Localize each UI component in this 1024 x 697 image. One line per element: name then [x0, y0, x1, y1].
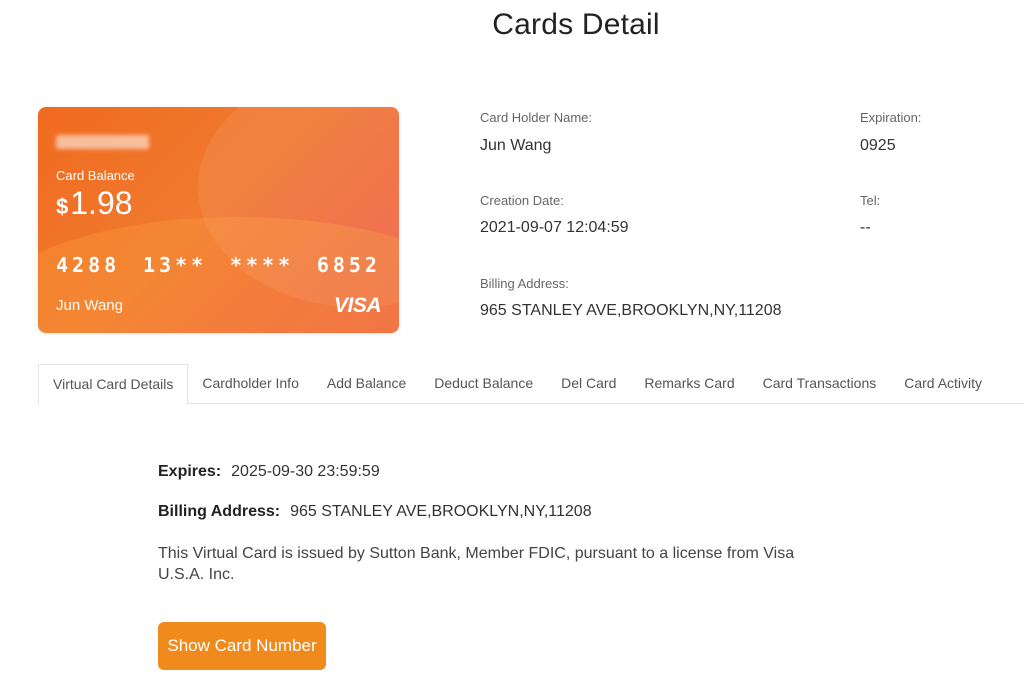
blurred-card-label — [56, 135, 149, 149]
billing-address-value: 965 STANLEY AVE,BROOKLYN,NY,11208 — [480, 302, 782, 319]
card-balance-label: Card Balance — [56, 168, 135, 183]
visa-logo: VISA — [333, 294, 382, 317]
card-number-group: 4288 — [56, 253, 121, 277]
tel-label: Tel: — [860, 193, 881, 208]
expires-label: Expires: — [158, 463, 222, 480]
tab-cardholder-info[interactable]: Cardholder Info — [188, 364, 313, 404]
tab-card-activity[interactable]: Card Activity — [890, 364, 996, 404]
tab-virtual-card-details[interactable]: Virtual Card Details — [38, 364, 189, 405]
expires-row: Expires: 2025-09-30 23:59:59 — [158, 463, 380, 481]
tab-deduct-balance[interactable]: Deduct Balance — [420, 364, 547, 404]
tab-bar: Virtual Card Details Cardholder Info Add… — [38, 364, 1024, 405]
card-balance-amount: 1.98 — [70, 185, 133, 221]
card-number-group: 6852 — [316, 253, 381, 277]
creation-date-label: Creation Date: — [480, 193, 564, 208]
billing-address-label: Billing Address: — [480, 276, 569, 291]
card-number: 4288 13** **** 6852 — [56, 253, 381, 277]
tab-card-transactions[interactable]: Card Transactions — [749, 364, 891, 404]
card-holder-name: Jun Wang — [56, 297, 123, 314]
creation-date-value: 2021-09-07 12:04:59 — [480, 219, 629, 236]
card-balance-value: $1.98 — [56, 185, 133, 222]
holder-name-label: Card Holder Name: — [480, 110, 592, 125]
tab-add-balance[interactable]: Add Balance — [313, 364, 420, 404]
tel-value: -- — [860, 219, 871, 236]
currency-symbol: $ — [56, 194, 69, 219]
issuer-disclaimer: This Virtual Card is issued by Sutton Ba… — [158, 545, 795, 583]
billing-address-detail-value: 965 STANLEY AVE,BROOKLYN,NY,11208 — [290, 503, 592, 520]
expiration-label: Expiration: — [860, 110, 922, 125]
virtual-card: Card Balance $1.98 4288 13** **** 6852 J… — [38, 107, 399, 333]
tab-remarks-card[interactable]: Remarks Card — [630, 364, 748, 404]
card-number-group: 13** — [142, 253, 208, 277]
card-number-group: **** — [229, 253, 295, 277]
expiration-value: 0925 — [860, 137, 896, 154]
billing-address-detail-label: Billing Address: — [158, 503, 281, 520]
show-card-number-button[interactable]: Show Card Number — [158, 622, 326, 670]
expires-value: 2025-09-30 23:59:59 — [231, 463, 380, 480]
holder-name-value: Jun Wang — [480, 137, 552, 154]
billing-address-row: Billing Address: 965 STANLEY AVE,BROOKLYN… — [158, 503, 592, 521]
page-title: Cards Detail — [492, 8, 660, 41]
tab-del-card[interactable]: Del Card — [547, 364, 630, 404]
